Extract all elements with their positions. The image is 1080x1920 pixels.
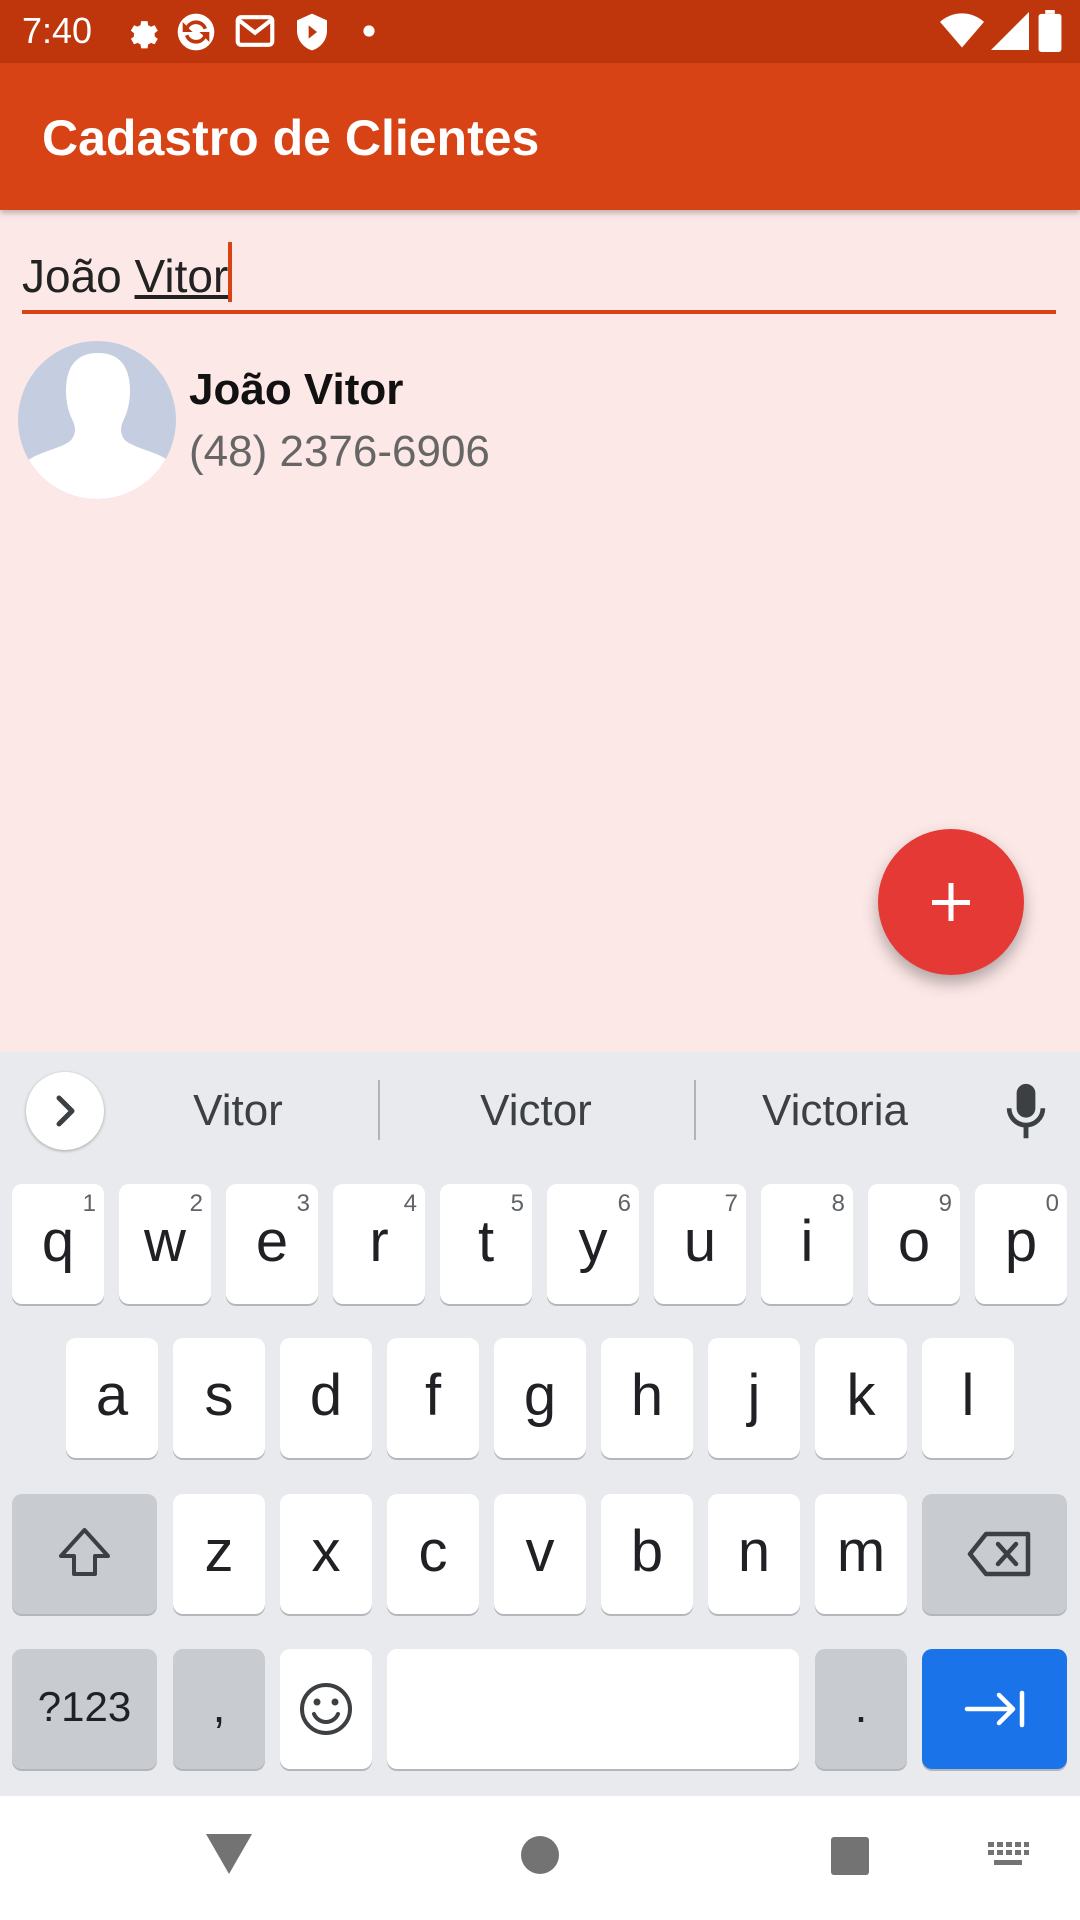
key-g[interactable]: g (494, 1338, 586, 1458)
suggestion-divider (378, 1080, 380, 1140)
key-k[interactable]: k (815, 1338, 907, 1458)
key-z[interactable]: z (173, 1494, 265, 1614)
home-icon[interactable] (520, 1835, 560, 1875)
key-b[interactable]: b (601, 1494, 693, 1614)
search-input-value: João Vitor (22, 242, 233, 303)
key-h[interactable]: h (601, 1338, 693, 1458)
space-key[interactable] (387, 1649, 799, 1769)
dot-icon (363, 25, 375, 37)
search-value-prefix: João (22, 250, 135, 302)
wifi-icon (940, 13, 984, 48)
chevron-right-icon (56, 1095, 75, 1127)
search-value-composing: Vitor (134, 250, 229, 302)
key-s[interactable]: s (173, 1338, 265, 1458)
shift-arrow-icon (59, 1528, 110, 1576)
backspace-key[interactable] (922, 1494, 1067, 1614)
emoji-icon (300, 1683, 352, 1735)
add-client-button[interactable] (878, 829, 1024, 975)
comma-key[interactable]: , (173, 1649, 265, 1769)
key-y[interactable]: 6y (547, 1184, 639, 1304)
key-d[interactable]: d (280, 1338, 372, 1458)
battery-icon (1038, 10, 1062, 52)
suggestion-divider (694, 1080, 696, 1140)
emoji-key[interactable] (280, 1649, 372, 1769)
symbols-key[interactable]: ?123 (12, 1649, 157, 1769)
key-o[interactable]: 9o (868, 1184, 960, 1304)
key-x[interactable]: x (280, 1494, 372, 1614)
next-key[interactable] (922, 1649, 1067, 1769)
plus-icon (932, 883, 970, 921)
status-time: 7:40 (22, 10, 93, 51)
suggestion-1[interactable]: Vitor (138, 1086, 338, 1136)
key-m[interactable]: m (815, 1494, 907, 1614)
search-input[interactable]: João Vitor (22, 230, 1056, 314)
navigation-bar (0, 1796, 1080, 1920)
key-v[interactable]: v (494, 1494, 586, 1614)
key-q[interactable]: 1q (12, 1184, 104, 1304)
key-r[interactable]: 4r (333, 1184, 425, 1304)
app-bar: Cadastro de Clientes (0, 63, 1080, 210)
shift-key[interactable] (12, 1494, 157, 1614)
keyboard-switch-icon[interactable] (986, 1840, 1030, 1870)
suggestion-2[interactable]: Victor (436, 1086, 636, 1136)
key-e[interactable]: 3e (226, 1184, 318, 1304)
period-key[interactable]: . (815, 1649, 907, 1769)
shield-icon (297, 13, 327, 51)
key-a[interactable]: a (66, 1338, 158, 1458)
key-f[interactable]: f (387, 1338, 479, 1458)
key-p[interactable]: 0p (975, 1184, 1067, 1304)
app-title: Cadastro de Clientes (42, 110, 540, 166)
microphone-icon[interactable] (1003, 1082, 1049, 1142)
key-t[interactable]: 5t (440, 1184, 532, 1304)
sync-icon (177, 13, 215, 51)
key-j[interactable]: j (708, 1338, 800, 1458)
contact-name: João Vitor (189, 365, 404, 414)
key-n[interactable]: n (708, 1494, 800, 1614)
avatar (18, 341, 176, 499)
key-w[interactable]: 2w (119, 1184, 211, 1304)
key-c[interactable]: c (387, 1494, 479, 1614)
suggestion-strip: Vitor Victor Victoria (0, 1052, 1080, 1168)
key-i[interactable]: 8i (761, 1184, 853, 1304)
suggestion-3[interactable]: Victoria (730, 1086, 940, 1136)
backspace-icon (967, 1531, 1031, 1577)
text-cursor (228, 242, 233, 302)
list-item[interactable]: João Vitor (48) 2376-6906 (0, 335, 1080, 505)
recents-icon[interactable] (830, 1836, 870, 1876)
gmail-icon (235, 15, 275, 47)
contact-phone: (48) 2376-6906 (189, 427, 490, 476)
soft-keyboard: Vitor Victor Victoria 1q 2w 3e 4r 5t 6y … (0, 1052, 1080, 1796)
key-u[interactable]: 7u (654, 1184, 746, 1304)
settings-icon (130, 21, 158, 49)
expand-toolbar-button[interactable] (26, 1072, 104, 1150)
signal-icon (991, 12, 1029, 50)
key-l[interactable]: l (922, 1338, 1014, 1458)
tab-arrow-icon (964, 1690, 1025, 1728)
back-icon[interactable] (204, 1832, 254, 1876)
status-bar: 7:40 (0, 0, 1080, 63)
person-silhouette-icon (18, 353, 176, 499)
